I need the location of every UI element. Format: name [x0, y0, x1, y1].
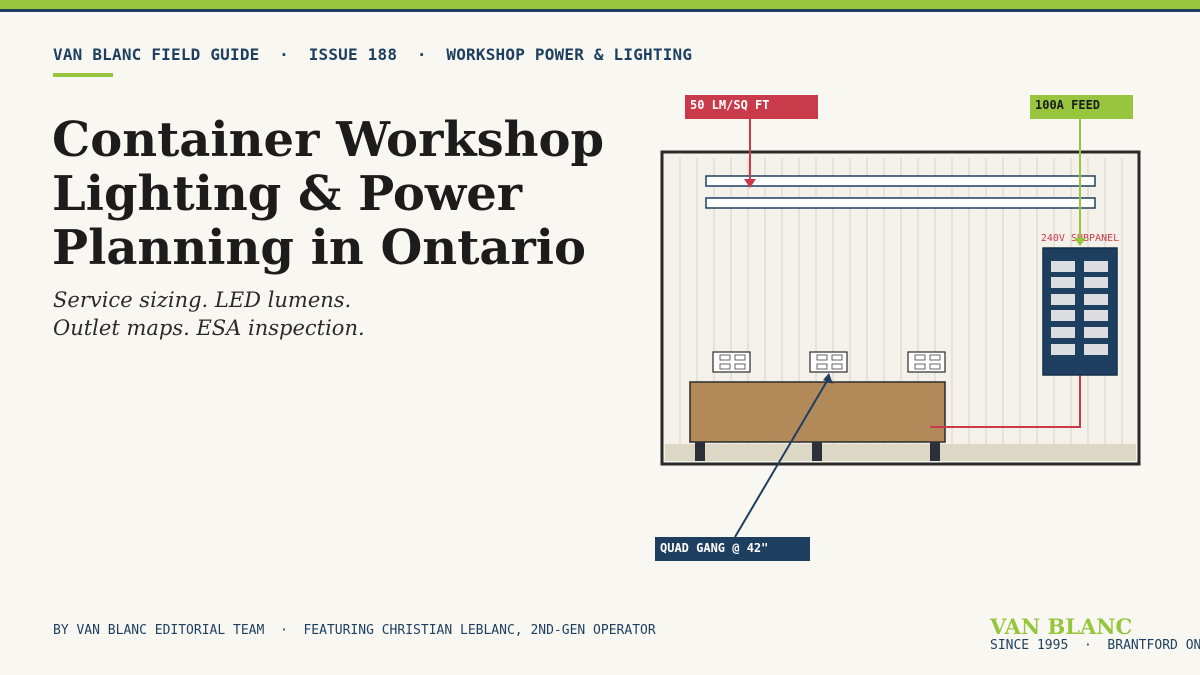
- byline: BY VAN BLANC EDITORIAL TEAM · FEATURING …: [53, 623, 656, 638]
- workshop-diagram: 240V SUBPANEL 50 LM/SQ FT 100A FEED QUAD…: [655, 95, 1141, 561]
- container-floor: [665, 444, 1136, 461]
- brand-separator: ·: [1083, 638, 1092, 653]
- outlet-box: [907, 351, 946, 373]
- lumens-callout-text: 50 LM/SQ FT: [690, 98, 769, 112]
- outlet-box: [809, 351, 848, 373]
- byline-authors: BY VAN BLANC EDITORIAL TEAM: [53, 623, 265, 638]
- outlet-callout-text: QUAD GANG @ 42": [660, 541, 768, 555]
- workbench-leg: [812, 442, 822, 461]
- brand-location: BRANTFORD ON: [1107, 638, 1200, 653]
- feed-callout-text: 100A FEED: [1035, 98, 1100, 112]
- brand-since: SINCE 1995: [990, 638, 1069, 653]
- outlet-box: [712, 351, 751, 373]
- byline-separator: ·: [279, 623, 288, 638]
- workbench-leg: [695, 442, 705, 461]
- led-strip-light: [705, 197, 1096, 209]
- byline-featuring: FEATURING CHRISTIAN LEBLANC, 2ND-GEN OPE…: [303, 623, 656, 638]
- workbench-leg: [930, 442, 940, 461]
- led-strip-light: [705, 175, 1096, 187]
- workbench-top: [689, 381, 946, 443]
- brand-tagline: SINCE 1995 · BRANTFORD ON: [990, 638, 1200, 653]
- brand-logo: VAN BLANC: [990, 614, 1133, 639]
